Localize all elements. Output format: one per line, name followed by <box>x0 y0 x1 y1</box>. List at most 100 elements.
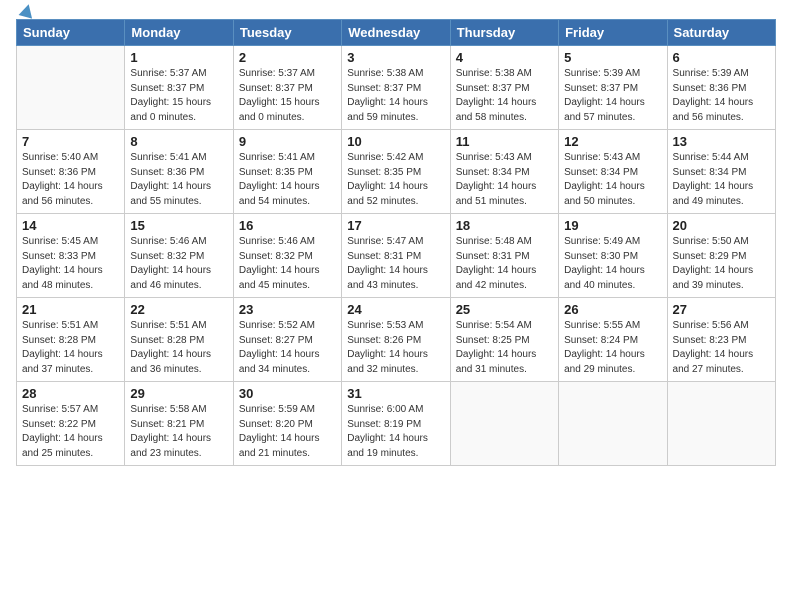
day-info: Sunrise: 5:41 AMSunset: 8:36 PMDaylight:… <box>130 151 227 209</box>
day-info: Sunrise: 5:37 AMSunset: 8:37 PMDaylight:… <box>239 67 336 125</box>
day-detail: and 29 minutes. <box>564 364 635 375</box>
table-row: 19Sunrise: 5:49 AMSunset: 8:30 PMDayligh… <box>559 214 667 298</box>
day-detail: Sunrise: 5:41 AM <box>130 152 206 163</box>
day-number: 29 <box>130 386 227 401</box>
col-sunday: Sunday <box>17 20 125 46</box>
day-detail: Sunset: 8:19 PM <box>347 419 421 430</box>
day-info: Sunrise: 5:45 AMSunset: 8:33 PMDaylight:… <box>22 235 119 293</box>
day-detail: and 19 minutes. <box>347 448 418 459</box>
day-detail: and 25 minutes. <box>22 448 93 459</box>
day-detail: Sunset: 8:33 PM <box>22 251 96 262</box>
day-detail: Sunrise: 5:46 AM <box>130 236 206 247</box>
table-row: 25Sunrise: 5:54 AMSunset: 8:25 PMDayligh… <box>450 298 558 382</box>
day-detail: Sunrise: 5:53 AM <box>347 320 423 331</box>
day-detail: Sunset: 8:35 PM <box>239 167 313 178</box>
day-detail: Sunset: 8:27 PM <box>239 335 313 346</box>
day-detail: Sunset: 8:21 PM <box>130 419 204 430</box>
table-row: 10Sunrise: 5:42 AMSunset: 8:35 PMDayligh… <box>342 130 450 214</box>
day-detail: and 57 minutes. <box>564 112 635 123</box>
col-friday: Friday <box>559 20 667 46</box>
day-detail: Sunrise: 5:43 AM <box>564 152 640 163</box>
day-detail: Sunset: 8:25 PM <box>456 335 530 346</box>
day-detail: Sunrise: 5:51 AM <box>22 320 98 331</box>
table-row <box>559 382 667 466</box>
page: Sunday Monday Tuesday Wednesday Thursday… <box>0 0 792 612</box>
day-detail: and 31 minutes. <box>456 364 527 375</box>
day-detail: Sunset: 8:34 PM <box>673 167 747 178</box>
day-info: Sunrise: 6:00 AMSunset: 8:19 PMDaylight:… <box>347 403 444 461</box>
day-detail: Sunset: 8:23 PM <box>673 335 747 346</box>
table-row: 26 Sunrise: 5:55 AMSunset: 8:24 PMDayligh… <box>559 298 667 382</box>
day-detail: Sunrise: 5:37 AM <box>130 68 206 79</box>
day-number: 9 <box>239 134 336 149</box>
day-detail: Sunrise: 5:44 AM <box>673 152 749 163</box>
day-detail: Sunset: 8:31 PM <box>456 251 530 262</box>
day-detail: Daylight: 14 hours <box>673 265 754 276</box>
day-info: Sunrise: 5:39 AMSunset: 8:37 PMDaylight:… <box>564 67 661 125</box>
day-detail: and 48 minutes. <box>22 280 93 291</box>
day-detail: Daylight: 14 hours <box>22 181 103 192</box>
table-row: 12Sunrise: 5:43 AMSunset: 8:34 PMDayligh… <box>559 130 667 214</box>
day-detail: Daylight: 14 hours <box>239 181 320 192</box>
day-detail: Sunrise: 5:43 AM <box>456 152 532 163</box>
day-detail: Daylight: 14 hours <box>456 181 537 192</box>
day-info: Sunrise: 5:55 AMSunset: 8:24 PMDaylight:… <box>564 319 661 377</box>
day-detail: Sunset: 8:30 PM <box>564 251 638 262</box>
day-detail: Daylight: 14 hours <box>239 349 320 360</box>
table-row: 5Sunrise: 5:39 AMSunset: 8:37 PMDaylight… <box>559 46 667 130</box>
day-info: Sunrise: 5:40 AMSunset: 8:36 PMDaylight:… <box>22 151 119 209</box>
table-row: 29 Sunrise: 5:58 AMSunset: 8:21 PMDayligh… <box>125 382 233 466</box>
day-detail: and 43 minutes. <box>347 280 418 291</box>
day-info: Sunrise: 5:39 AMSunset: 8:36 PMDaylight:… <box>673 67 770 125</box>
day-detail: Daylight: 15 hours <box>239 97 320 108</box>
day-detail: Daylight: 14 hours <box>347 97 428 108</box>
calendar-week-row: 14 Sunrise: 5:45 AMSunset: 8:33 PMDayligh… <box>17 214 776 298</box>
day-detail: Sunset: 8:28 PM <box>130 335 204 346</box>
day-info: Sunrise: 5:47 AMSunset: 8:31 PMDaylight:… <box>347 235 444 293</box>
day-info: Sunrise: 5:48 AMSunset: 8:31 PMDaylight:… <box>456 235 553 293</box>
header <box>16 10 776 13</box>
table-row: 14 Sunrise: 5:45 AMSunset: 8:33 PMDayligh… <box>17 214 125 298</box>
day-number: 31 <box>347 386 444 401</box>
table-row: 24Sunrise: 5:53 AMSunset: 8:26 PMDayligh… <box>342 298 450 382</box>
day-detail: Sunset: 8:34 PM <box>564 167 638 178</box>
day-detail: and 45 minutes. <box>239 280 310 291</box>
day-detail: Sunrise: 5:47 AM <box>347 236 423 247</box>
day-detail: Sunrise: 5:59 AM <box>239 404 315 415</box>
table-row: 27Sunrise: 5:56 AMSunset: 8:23 PMDayligh… <box>667 298 775 382</box>
table-row: 22Sunrise: 5:51 AMSunset: 8:28 PMDayligh… <box>125 298 233 382</box>
day-number: 26 <box>564 302 661 317</box>
day-detail: Daylight: 15 hours <box>130 97 211 108</box>
day-detail: Sunrise: 6:00 AM <box>347 404 423 415</box>
day-detail: Daylight: 14 hours <box>673 349 754 360</box>
day-detail: Daylight: 14 hours <box>456 349 537 360</box>
day-detail: Daylight: 14 hours <box>347 349 428 360</box>
day-detail: Sunset: 8:37 PM <box>130 83 204 94</box>
day-detail: Sunset: 8:24 PM <box>564 335 638 346</box>
day-detail: Sunset: 8:28 PM <box>22 335 96 346</box>
day-number: 11 <box>456 134 553 149</box>
table-row: 28Sunrise: 5:57 AMSunset: 8:22 PMDayligh… <box>17 382 125 466</box>
day-detail: Sunset: 8:37 PM <box>347 83 421 94</box>
day-detail: Daylight: 14 hours <box>239 433 320 444</box>
day-number: 14 <box>22 218 119 233</box>
day-detail: Sunset: 8:29 PM <box>673 251 747 262</box>
logo-triangle-icon <box>19 2 36 18</box>
day-number: 21 <box>22 302 119 317</box>
day-detail: Sunrise: 5:41 AM <box>239 152 315 163</box>
day-detail: Sunrise: 5:39 AM <box>564 68 640 79</box>
day-detail: and 23 minutes. <box>130 448 201 459</box>
day-number: 4 <box>456 50 553 65</box>
day-info: Sunrise: 5:51 AMSunset: 8:28 PMDaylight:… <box>22 319 119 377</box>
day-detail: Daylight: 14 hours <box>564 181 645 192</box>
day-info: Sunrise: 5:58 AMSunset: 8:21 PMDaylight:… <box>130 403 227 461</box>
day-info: Sunrise: 5:41 AM Sunset: 8:35 PM Daylight:… <box>239 151 336 209</box>
table-row: 31Sunrise: 6:00 AMSunset: 8:19 PMDayligh… <box>342 382 450 466</box>
day-detail: Daylight: 14 hours <box>673 97 754 108</box>
day-detail: Sunrise: 5:40 AM <box>22 152 98 163</box>
table-row: 8Sunrise: 5:41 AMSunset: 8:36 PMDaylight… <box>125 130 233 214</box>
table-row <box>450 382 558 466</box>
table-row: 2Sunrise: 5:37 AMSunset: 8:37 PMDaylight… <box>233 46 341 130</box>
table-row: 18Sunrise: 5:48 AMSunset: 8:31 PMDayligh… <box>450 214 558 298</box>
day-detail: Sunset: 8:32 PM <box>130 251 204 262</box>
